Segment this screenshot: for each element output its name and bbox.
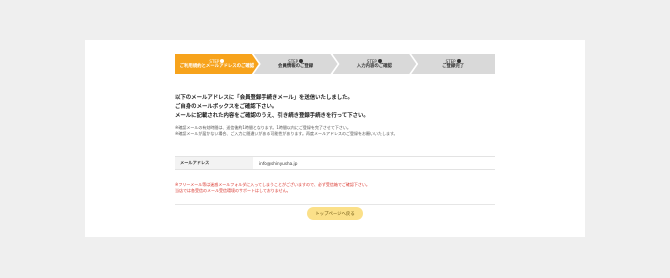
step-4: STEP ご登録完了	[411, 54, 495, 74]
step-2: STEP 会員情報のご登録	[254, 54, 338, 74]
notes: ※確認メールの有効時間は、送信後約1時間となります。1時間以内にご登録を完了させ…	[175, 125, 398, 137]
email-value: info@shinyusha.jp	[259, 160, 298, 166]
content-card: STEP ご利用規約とメールアドレスのご確認 STEP 会員情報のご登録 STE…	[85, 40, 585, 237]
step-3: STEP 入力内容のご確認	[333, 54, 417, 74]
note-line-2: ※確認メールが届かない場合、ご入力に間違いがある可能性があります。再度メールアド…	[175, 131, 398, 136]
divider	[175, 204, 495, 205]
step-1: STEP ご利用規約とメールアドレスのご確認	[175, 54, 259, 74]
step-4-number-icon	[456, 59, 461, 63]
step-3-label: 入力内容のご確認	[356, 63, 392, 69]
email-row: メールアドレス info@shinyusha.jp	[175, 156, 495, 170]
warning-text: ※フリーメール等は迷惑メールフォルダに入ってしまうことがございますので、必ず受信…	[175, 182, 370, 194]
step-3-number-icon	[378, 59, 382, 63]
message-line-2: ご自身のメールボックスをご確認下さい。	[175, 104, 278, 110]
back-to-top-button[interactable]: トップページへ戻る	[307, 207, 363, 220]
step-progress-bar: STEP ご利用規約とメールアドレスのご確認 STEP 会員情報のご登録 STE…	[175, 54, 495, 74]
message-line-1: 以下のメールアドレスに「会員登録手続きメール」を送信いたしました。	[175, 95, 353, 101]
step-1-number-icon	[220, 59, 224, 63]
step-4-label: ご登録完了	[442, 63, 465, 69]
email-label: メールアドレス	[175, 157, 253, 169]
message-line-3: メールに記載された内容をご確認のうえ、引き続き登録手続きを行って下さい。	[175, 113, 369, 119]
step-2-label: 会員情報のご登録	[278, 63, 314, 69]
step-2-number-icon	[299, 59, 303, 63]
warning-line-2: 当店では各受信のメール受信環境のサポートはしておりません。	[175, 188, 291, 193]
step-1-label: ご利用規約とメールアドレスのご確認	[179, 63, 255, 69]
confirmation-message: 以下のメールアドレスに「会員登録手続きメール」を送信いたしました。 ご自身のメー…	[175, 94, 369, 121]
